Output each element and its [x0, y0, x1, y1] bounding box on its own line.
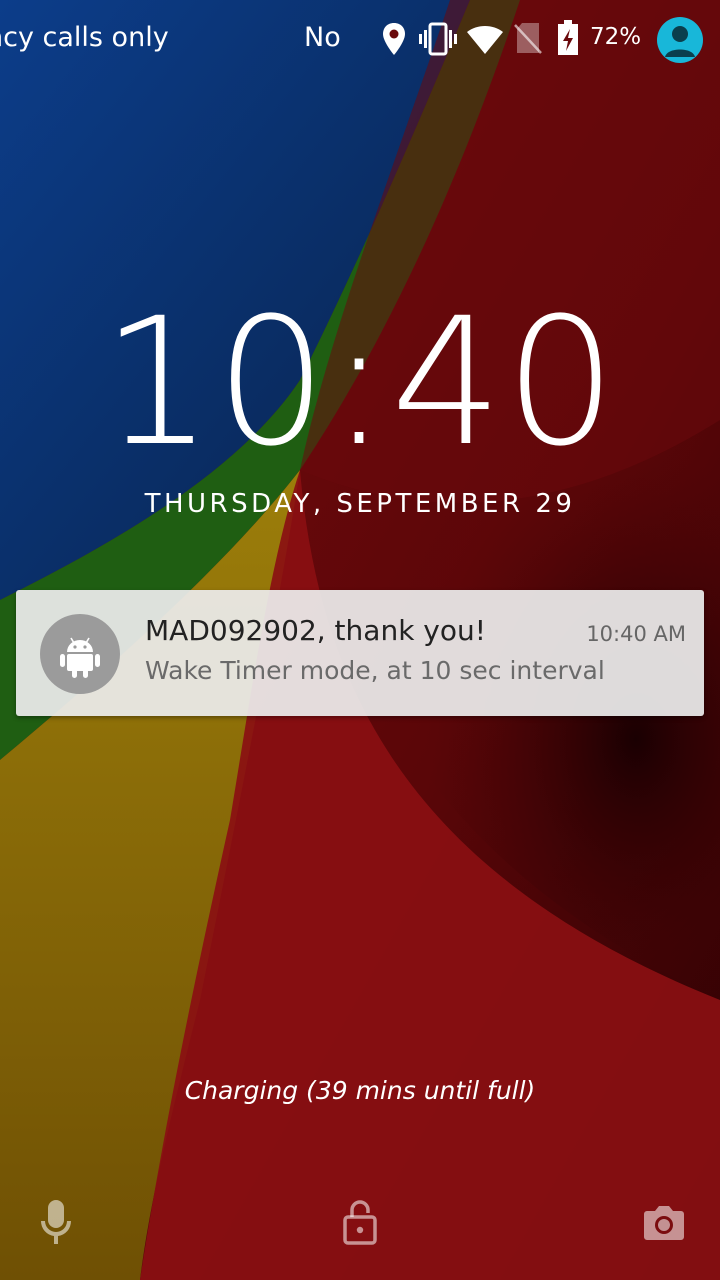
no-sim-icon: [514, 23, 542, 54]
android-icon: [40, 614, 120, 694]
battery-charging-icon: [558, 20, 578, 55]
carrier-secondary-label: No: [304, 22, 340, 53]
notification-text: Wake Timer mode, at 10 sec interval: [145, 656, 605, 685]
carrier-label: ncy calls only: [0, 22, 169, 53]
notification-time: 10:40 AM: [586, 622, 686, 646]
charging-status: Charging (39 mins until full): [184, 1076, 536, 1105]
vibrate-icon: [419, 22, 457, 56]
wifi-icon: [467, 26, 503, 54]
camera-icon[interactable]: [643, 1205, 685, 1241]
notification-card[interactable]: MAD092902, thank you! 10:40 AM Wake Time…: [16, 590, 704, 716]
location-icon: [383, 23, 405, 55]
battery-percent: 72%: [590, 24, 642, 50]
unlock-icon[interactable]: [343, 1199, 377, 1245]
status-bar: ncy calls only No 72%: [0, 0, 720, 84]
microphone-icon[interactable]: [38, 1200, 74, 1246]
lockscreen-clock: 10:40: [101, 280, 619, 485]
account-icon[interactable]: [657, 17, 703, 63]
notification-title: MAD092902, thank you!: [145, 614, 486, 647]
lockscreen-date: THURSDAY, SEPTEMBER 29: [144, 489, 576, 519]
